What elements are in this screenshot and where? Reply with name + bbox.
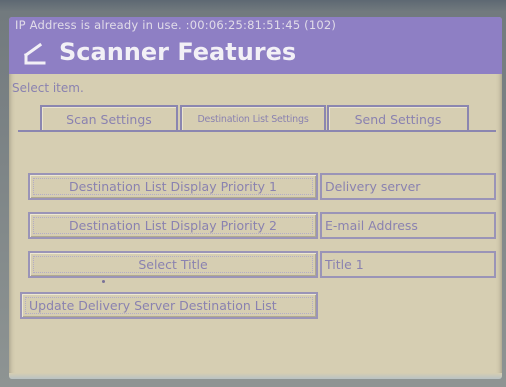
button-focus-frame: [33, 256, 313, 273]
page-title: Scanner Features: [59, 38, 297, 66]
device-screen: IP Address is already in use. :00:06:25:…: [0, 0, 506, 387]
status-message: IP Address is already in use. :00:06:25:…: [15, 18, 337, 32]
priority-2-value: E-mail Address: [320, 212, 496, 239]
button-focus-frame: [33, 178, 313, 195]
title-value: Title 1: [320, 251, 496, 278]
button-focus-frame: [33, 217, 313, 234]
tab-scan-settings[interactable]: Scan Settings: [40, 105, 178, 131]
screen-bottom-edge: [9, 373, 502, 379]
button-focus-frame: [25, 297, 313, 314]
status-bar: IP Address is already in use. :00:06:25:…: [9, 17, 502, 34]
destination-list-display-priority-1-button[interactable]: Destination List Display Priority 1: [28, 173, 318, 200]
tab-send-settings[interactable]: Send Settings: [327, 105, 469, 131]
screen-speck: [102, 280, 105, 283]
tab-destination-list-settings[interactable]: Destination List Settings: [180, 105, 326, 131]
lcd-panel: IP Address is already in use. :00:06:25:…: [9, 17, 502, 379]
tab-divider: [18, 130, 496, 132]
title-bar: Scanner Features: [9, 34, 502, 74]
update-delivery-server-destination-list-button[interactable]: Update Delivery Server Destination List: [20, 292, 318, 319]
scanner-icon: [23, 42, 46, 65]
instruction-text: Select item.: [12, 81, 84, 95]
select-title-button[interactable]: Select Title: [28, 251, 318, 278]
destination-list-display-priority-2-button[interactable]: Destination List Display Priority 2: [28, 212, 318, 239]
priority-1-value: Delivery server: [320, 173, 496, 200]
